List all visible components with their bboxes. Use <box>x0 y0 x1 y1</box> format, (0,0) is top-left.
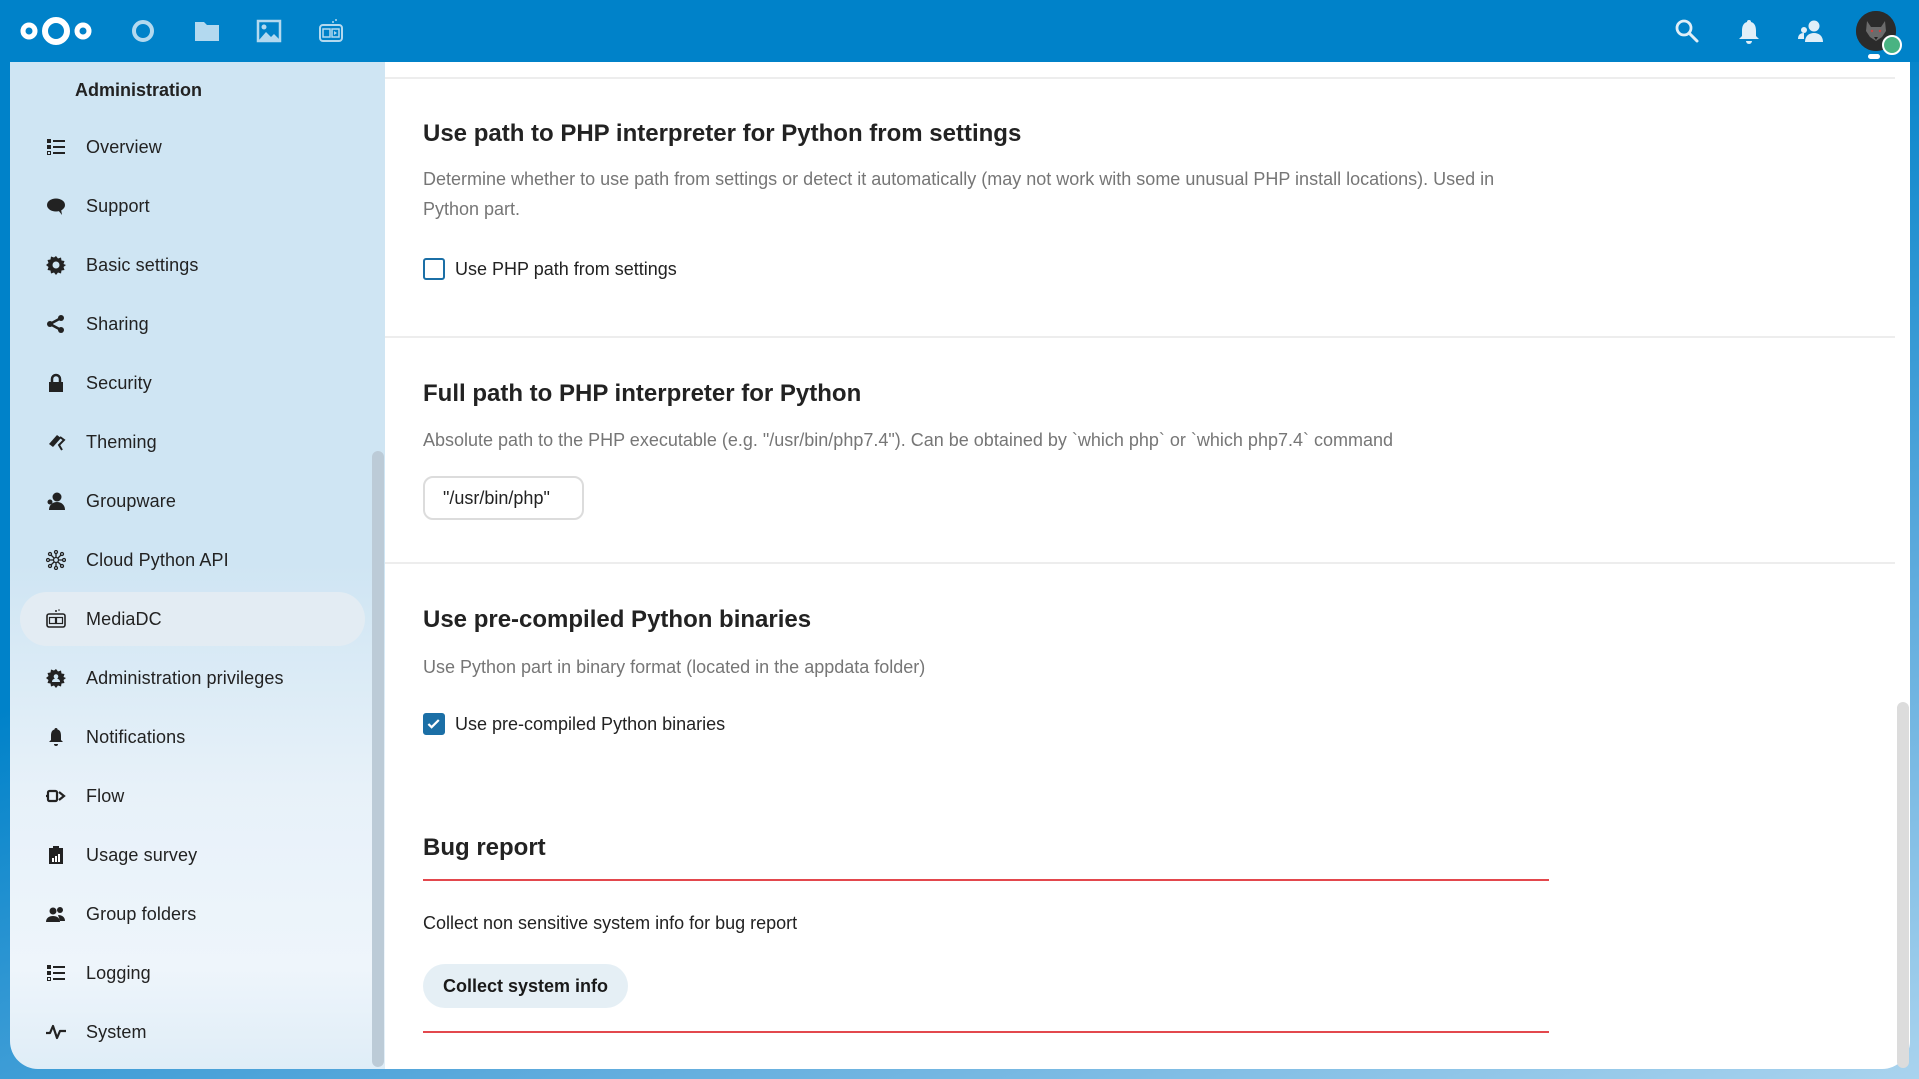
sidebar-item-basic-settings[interactable]: Basic settings <box>20 238 365 292</box>
sidebar-item-support[interactable]: Support <box>20 179 365 233</box>
sidebar-item-groupware[interactable]: Groupware <box>20 474 365 528</box>
bug-report-description: Collect non sensitive system info for bu… <box>423 913 798 933</box>
main-content: Use path to PHP interpreter for Python f… <box>385 62 1910 1069</box>
photos-image-icon[interactable] <box>256 18 282 44</box>
php-from-settings-description: Determine whether to use path from setti… <box>423 164 1583 224</box>
sidebar-item-label: Overview <box>86 136 162 157</box>
sidebar-item-theming[interactable]: Theming <box>20 415 365 469</box>
sidebar-item-administration-privileges[interactable]: Administration privileges <box>20 651 365 705</box>
sidebar-item-label: Theming <box>86 431 157 452</box>
sidebar-item-label: Administration privileges <box>86 667 284 688</box>
sidebar-item-label: MediaDC <box>86 608 162 629</box>
admin-sidebar: Administration Overview Support Basic sett… <box>10 62 385 1069</box>
sidebar-item-label: Groupware <box>86 490 176 511</box>
description-line: Python part. <box>423 199 521 219</box>
sidebar-scrollbar[interactable] <box>372 451 384 1067</box>
sidebar-item-overview[interactable]: Overview <box>20 120 365 174</box>
sidebar-nav: Overview Support Basic settings Sharing Secu… <box>10 120 375 1064</box>
sidebar-item-flow[interactable]: Flow <box>20 769 365 823</box>
nextcloud-logo[interactable] <box>18 14 94 48</box>
php-path-input[interactable] <box>423 476 584 520</box>
sidebar-item-mediadc[interactable]: MediaDC <box>20 592 365 646</box>
search-icon[interactable] <box>1673 17 1701 45</box>
sidebar-item-usage-survey[interactable]: Usage survey <box>20 828 365 882</box>
dashboard-app-icon[interactable] <box>130 18 156 44</box>
precompiled-title: Use pre-compiled Python binaries <box>423 606 812 633</box>
collect-system-info-button[interactable]: Collect system info <box>423 964 629 1008</box>
active-menu-indicator <box>1868 54 1880 59</box>
chat-bubble-icon <box>46 196 66 216</box>
sidebar-item-label: Flow <box>86 785 125 806</box>
description-line: Determine whether to use path from setti… <box>423 169 1495 189</box>
sidebar-item-group-folders[interactable]: Group folders <box>20 887 365 941</box>
flow-icon <box>46 786 66 806</box>
php-full-path-description: Absolute path to the PHP executable (e.g… <box>423 430 1394 450</box>
section-divider <box>385 77 1895 79</box>
use-precompiled-checkbox[interactable]: Use pre-compiled Python binaries <box>423 713 725 735</box>
paint-roller-icon <box>46 432 66 452</box>
sidebar-item-label: Group folders <box>86 903 197 924</box>
main-scrollbar[interactable] <box>1897 702 1909 1068</box>
bug-report-divider-bottom <box>423 1031 1549 1033</box>
sidebar-item-label: Notifications <box>86 726 186 747</box>
bell-icon <box>46 727 66 747</box>
sidebar-item-label: Usage survey <box>86 844 198 865</box>
use-php-path-checkbox[interactable]: Use PHP path from settings <box>423 258 677 280</box>
groupware-icon <box>46 491 66 511</box>
sidebar-item-security[interactable]: Security <box>20 356 365 410</box>
precompiled-description: Use Python part in binary format (locate… <box>423 657 926 677</box>
sidebar-title: Administration <box>75 80 203 100</box>
bug-report-divider-top <box>423 879 1549 881</box>
sidebar-item-label: Support <box>86 195 150 216</box>
group-icon <box>46 904 66 924</box>
mediadc-app-icon[interactable] <box>318 18 344 44</box>
section-divider <box>385 562 1895 564</box>
online-status-badge <box>1882 35 1902 55</box>
files-folder-icon[interactable] <box>194 18 220 44</box>
sidebar-item-system[interactable]: System <box>20 1005 365 1059</box>
checkbox-label[interactable]: Use PHP path from settings <box>455 259 677 280</box>
sidebar-item-label: Security <box>86 372 152 393</box>
top-header <box>0 0 1919 62</box>
sidebar-item-cloud-python-api[interactable]: Cloud Python API <box>20 533 365 587</box>
sidebar-item-label: Basic settings <box>86 254 199 275</box>
checkbox-box[interactable] <box>423 258 445 280</box>
sidebar-item-label: Sharing <box>86 313 149 334</box>
clipboard-chart-icon <box>46 845 66 865</box>
share-icon <box>46 314 66 334</box>
contacts-icon[interactable] <box>1797 17 1825 45</box>
gear-icon <box>46 255 66 275</box>
lock-icon <box>46 373 66 393</box>
network-icon <box>46 550 66 570</box>
sidebar-item-label: Cloud Python API <box>86 549 229 570</box>
checkmark-icon <box>427 719 440 729</box>
sidebar-item-label: Logging <box>86 962 151 983</box>
list-icon <box>46 963 66 983</box>
list-icon <box>46 137 66 157</box>
section-divider <box>385 336 1895 338</box>
user-avatar[interactable] <box>1856 11 1902 55</box>
sidebar-item-notifications[interactable]: Notifications <box>20 710 365 764</box>
admin-gear-icon <box>46 668 66 688</box>
pulse-icon <box>46 1022 66 1042</box>
sidebar-item-sharing[interactable]: Sharing <box>20 297 365 351</box>
php-from-settings-title: Use path to PHP interpreter for Python f… <box>423 120 1022 147</box>
bell-icon[interactable] <box>1735 17 1763 45</box>
php-full-path-title: Full path to PHP interpreter for Python <box>423 380 862 407</box>
mediadc-icon <box>46 609 66 629</box>
bug-report-title: Bug report <box>423 834 546 861</box>
sidebar-item-logging[interactable]: Logging <box>20 946 365 1000</box>
checkbox-box[interactable] <box>423 713 445 735</box>
sidebar-item-label: System <box>86 1021 147 1042</box>
checkbox-label[interactable]: Use pre-compiled Python binaries <box>455 714 725 735</box>
